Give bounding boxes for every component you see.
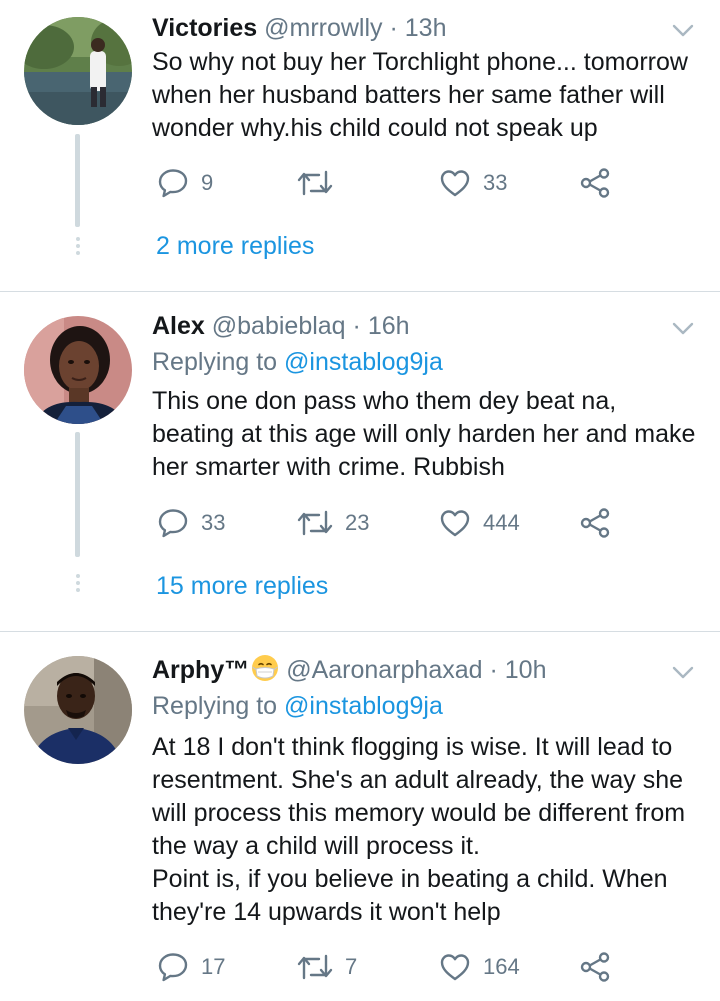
thread-dots: [75, 237, 80, 258]
tweet-text-line: her smarter with crime. Rubbish: [152, 453, 505, 481]
reply-count: 9: [201, 170, 214, 195]
replying-to-label: Replying to: [152, 692, 278, 720]
separator-dot: ·: [489, 656, 498, 684]
username[interactable]: @mrrowlly: [264, 14, 382, 42]
tweet-text-line: wonder why.his child could not speak up: [152, 114, 598, 142]
like-count: 33: [483, 170, 508, 195]
avatar[interactable]: [24, 656, 132, 764]
share-icon: [580, 952, 610, 982]
like-button[interactable]: 444: [439, 505, 520, 541]
tweet-header: Alex @babieblaq · 16h: [152, 310, 410, 342]
reply-button[interactable]: 33: [157, 505, 225, 541]
tweet-text-line: they're 14 upwards it won't help: [152, 898, 501, 926]
username[interactable]: @babieblaq: [212, 312, 346, 340]
share-icon: [580, 508, 610, 538]
share-button[interactable]: [579, 505, 611, 541]
reply-icon: [158, 169, 188, 198]
timestamp[interactable]: 10h: [505, 656, 547, 684]
tweet-text: At 18 I don't think flogging is wise. It…: [152, 731, 707, 929]
timestamp[interactable]: 13h: [405, 14, 447, 42]
tweet-text: So why not buy her Torchlight phone... t…: [152, 46, 707, 145]
retweet-button[interactable]: [297, 165, 345, 201]
share-button[interactable]: [579, 949, 611, 985]
like-button[interactable]: 33: [439, 165, 507, 201]
tweet-actions: 33 23 444: [0, 505, 720, 541]
replying-to: Replying to @instablog9ja: [152, 690, 443, 722]
retweet-button[interactable]: 7: [297, 949, 357, 985]
tweet-text-line: So why not buy her Torchlight phone... t…: [152, 48, 688, 76]
chevron-down-icon[interactable]: [672, 24, 694, 38]
reply-button[interactable]: 17: [157, 949, 225, 985]
reply-icon: [158, 509, 188, 538]
heart-icon: [440, 954, 470, 981]
replying-to: Replying to @instablog9ja: [152, 346, 443, 378]
tweet-text-line: Point is, if you believe in beating a ch…: [152, 865, 668, 893]
retweet-count: 7: [345, 954, 358, 979]
share-button[interactable]: [579, 165, 611, 201]
chevron-down-icon[interactable]: [672, 322, 694, 336]
retweet-button[interactable]: 23: [297, 505, 369, 541]
tweet-text-line: At 18 I don't think flogging is wise. It…: [152, 733, 673, 761]
reply-button[interactable]: 9: [157, 165, 213, 201]
tweet-text-line: beating at this age will only harden her…: [152, 420, 696, 448]
display-name[interactable]: Alex: [152, 312, 205, 340]
replying-to-mention[interactable]: @instablog9ja: [284, 692, 443, 720]
heart-icon: [440, 170, 470, 197]
tweet-header: Arphy™ @Aaronarphaxad · 10h: [152, 654, 546, 690]
display-name[interactable]: Arphy™: [152, 656, 249, 684]
replying-to-mention[interactable]: @instablog9ja: [284, 348, 443, 376]
like-count: 164: [483, 954, 520, 979]
like-button[interactable]: 164: [439, 949, 520, 985]
tweet-text-line: This one don pass who them dey beat na,: [152, 387, 617, 415]
chevron-down-icon[interactable]: [672, 666, 694, 680]
retweet-icon: [297, 510, 333, 536]
timestamp[interactable]: 16h: [368, 312, 410, 340]
share-icon: [580, 168, 610, 198]
avatar[interactable]: [24, 17, 132, 125]
avatar[interactable]: [24, 316, 132, 424]
tweet-text-line: the way a child will process it.: [152, 832, 480, 860]
show-more-replies-link[interactable]: 2 more replies: [156, 230, 314, 262]
tweet-text-line: when her husband batters her same father…: [152, 81, 665, 109]
thread-dots: [75, 574, 80, 595]
face-with-medical-mask-emoji: [251, 654, 279, 690]
reply-count: 17: [201, 954, 226, 979]
show-more-replies-link[interactable]: 15 more replies: [156, 570, 328, 602]
retweet-icon: [297, 954, 333, 980]
separator-dot: ·: [352, 312, 361, 340]
reply-icon: [158, 953, 188, 982]
retweet-icon: [297, 170, 333, 196]
username[interactable]: @Aaronarphaxad: [286, 656, 482, 684]
separator-dot: ·: [389, 14, 398, 42]
heart-icon: [440, 510, 470, 537]
tweet-text: This one don pass who them dey beat na, …: [152, 385, 707, 484]
reply-count: 33: [201, 510, 226, 535]
tweet-3[interactable]: Arphy™ @Aaronarphaxad · 10h Replying to …: [0, 632, 720, 1001]
retweet-count: 23: [345, 510, 370, 535]
tweet-actions: 17 7 164: [0, 949, 720, 985]
tweet-actions: 9 33: [0, 165, 720, 201]
display-name[interactable]: Victories: [152, 14, 257, 42]
tweet-2[interactable]: Alex @babieblaq · 16h Replying to @insta…: [0, 292, 720, 631]
tweet-header: Victories @mrrowlly · 13h: [152, 12, 446, 44]
like-count: 444: [483, 510, 520, 535]
replying-to-label: Replying to: [152, 348, 278, 376]
tweet-text-line: resentment. She's an adult already, the …: [152, 766, 684, 794]
tweet-text-line: will process this memory would be differ…: [152, 799, 686, 827]
tweet-1[interactable]: Victories @mrrowlly · 13h So why not buy…: [0, 0, 720, 291]
